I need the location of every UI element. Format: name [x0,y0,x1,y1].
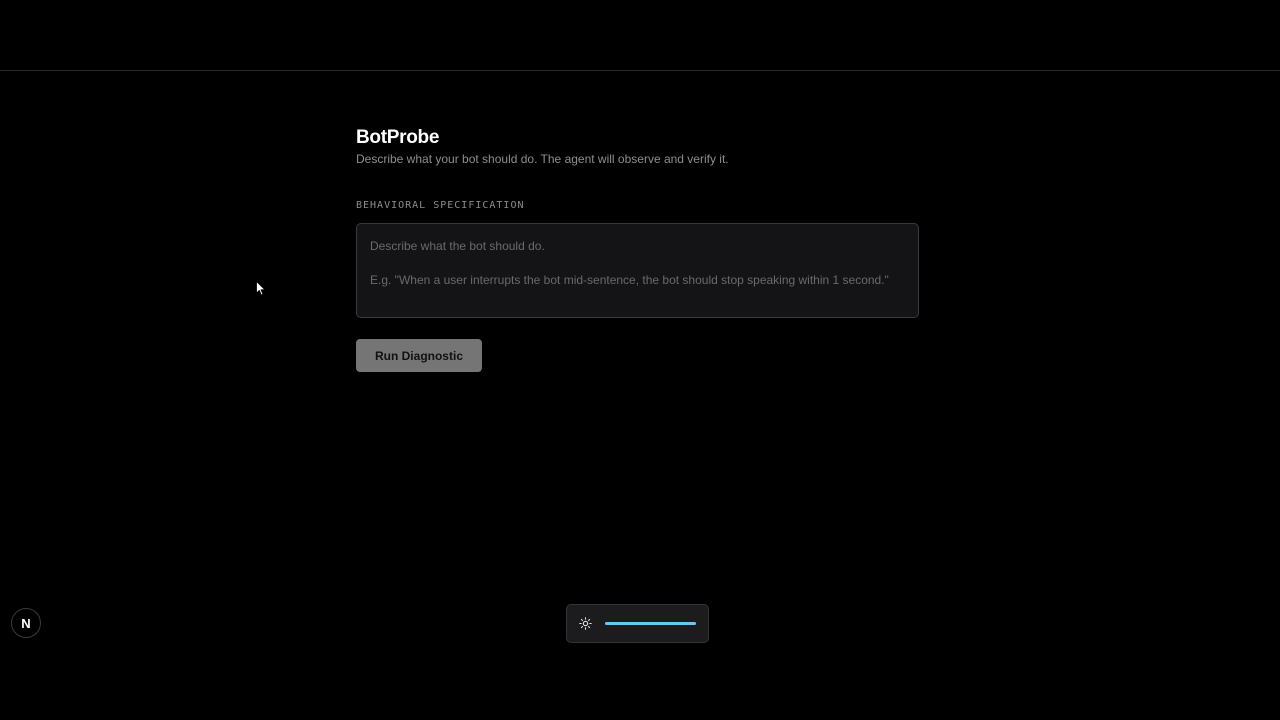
run-diagnostic-button[interactable]: Run Diagnostic [356,339,482,372]
mouse-cursor-icon [256,281,266,296]
spec-label: BEHAVIORAL SPECIFICATION [356,200,525,211]
page-subtitle: Describe what your bot should do. The ag… [356,152,729,166]
nextjs-dev-badge[interactable]: N [11,608,41,638]
main-panel: BotProbe Describe what your bot should d… [356,126,919,372]
brightness-slider-fill [604,622,696,625]
nextjs-logo-icon: N [21,615,31,631]
sun-icon[interactable] [579,617,593,631]
top-bar [0,0,1280,71]
page-title: BotProbe [356,127,440,148]
brightness-slider[interactable] [604,622,696,625]
brightness-control [566,604,709,643]
spec-input[interactable] [356,223,919,318]
app-page: BotProbe Describe what your bot should d… [0,0,1280,720]
